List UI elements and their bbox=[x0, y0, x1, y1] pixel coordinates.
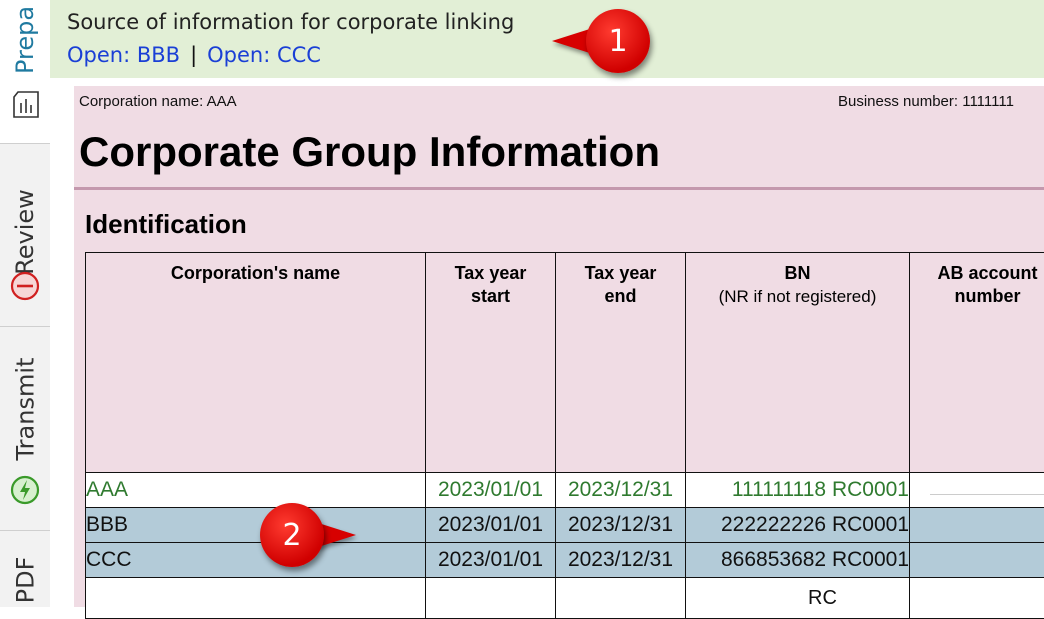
sidebar-divider bbox=[0, 326, 50, 327]
ab-account-number-field[interactable] bbox=[910, 578, 1044, 619]
form-list-icon[interactable] bbox=[0, 84, 50, 124]
column-label: BN bbox=[686, 262, 909, 285]
tax-year-start-cell: 2023/01/01 bbox=[426, 543, 556, 578]
tab-prepare[interactable]: Prepa bbox=[0, 0, 50, 80]
tab-pdf[interactable]: PDF bbox=[0, 540, 50, 607]
column-header-tax-year-end: Tax year end bbox=[556, 253, 686, 473]
bn-cell: 866853682 RC0001 bbox=[686, 543, 910, 578]
corporation-name-field[interactable] bbox=[86, 578, 426, 619]
table-row[interactable]: CCC 2023/01/01 2023/12/31 866853682 RC00… bbox=[86, 543, 1044, 578]
left-sidebar: Prepa Review Transmit PDF bbox=[0, 0, 50, 607]
title-divider bbox=[74, 187, 1044, 190]
ab-account-number-field[interactable] bbox=[910, 508, 1044, 543]
tax-year-start-field[interactable] bbox=[426, 578, 556, 619]
tab-transmit[interactable]: Transmit bbox=[0, 340, 50, 520]
corporation-name-cell: CCC bbox=[86, 543, 426, 578]
link-separator: | bbox=[190, 43, 197, 67]
table-row[interactable]: AAA 2023/01/01 2023/12/31 111111118 RC00… bbox=[86, 473, 1044, 508]
column-label: Tax year start bbox=[446, 262, 536, 308]
ab-account-number-field[interactable] bbox=[910, 473, 1044, 508]
section-title: Identification bbox=[85, 209, 247, 240]
column-label: Tax year end bbox=[576, 262, 666, 308]
business-number: Business number: 1111111 bbox=[838, 93, 1014, 110]
tax-year-end-field[interactable] bbox=[556, 578, 686, 619]
column-header-ab-account-number: AB account number bbox=[910, 253, 1044, 473]
open-ccc-link[interactable]: Open: CCC bbox=[207, 43, 321, 67]
callout-2: 2 bbox=[260, 503, 324, 567]
bn-field[interactable]: RC bbox=[686, 578, 910, 619]
banner-title: Source of information for corporate link… bbox=[67, 10, 514, 34]
lightning-icon bbox=[9, 474, 41, 506]
tax-year-end-cell: 2023/12/31 bbox=[556, 473, 686, 508]
column-header-corporation-name: Corporation's name bbox=[86, 253, 426, 473]
tab-transmit-label: Transmit bbox=[11, 358, 39, 461]
table-row-empty[interactable]: RC bbox=[86, 578, 1044, 619]
column-header-tax-year-start: Tax year start bbox=[426, 253, 556, 473]
corporation-name-cell: BBB bbox=[86, 508, 426, 543]
corporate-group-form: Corporation name: AAA Business number: 1… bbox=[74, 86, 1044, 607]
sidebar-divider bbox=[0, 530, 50, 531]
corporation-name-cell: AAA bbox=[86, 473, 426, 508]
bn-cell: 111111118 RC0001 bbox=[686, 473, 910, 508]
tax-year-start-cell: 2023/01/01 bbox=[426, 473, 556, 508]
tab-pdf-label: PDF bbox=[11, 557, 39, 604]
callout-1: 1 bbox=[586, 9, 650, 73]
table-header-row: Corporation's name Tax year start Tax ye… bbox=[86, 253, 1044, 473]
column-label: Corporation's name bbox=[171, 263, 340, 283]
tab-review[interactable]: Review bbox=[0, 160, 50, 310]
tax-year-end-cell: 2023/12/31 bbox=[556, 543, 686, 578]
corporate-linking-banner: Source of information for corporate link… bbox=[50, 0, 1044, 78]
field-underline bbox=[930, 494, 1044, 495]
chart-icon bbox=[8, 89, 42, 119]
ab-account-number-field[interactable] bbox=[910, 543, 1044, 578]
tab-prepare-label: Prepa bbox=[11, 6, 39, 74]
column-label: AB account number bbox=[923, 262, 1044, 308]
page-title: Corporate Group Information bbox=[79, 128, 660, 176]
column-sublabel: (NR if not registered) bbox=[686, 285, 909, 308]
banner-links: Open: BBB | Open: CCC bbox=[67, 43, 321, 67]
tab-review-label: Review bbox=[11, 189, 39, 275]
bn-cell: 222222226 RC0001 bbox=[686, 508, 910, 543]
rc-label: RC bbox=[686, 587, 909, 610]
corporation-name: Corporation name: AAA bbox=[79, 93, 237, 110]
sidebar-divider bbox=[0, 143, 50, 144]
column-header-bn: BN (NR if not registered) bbox=[686, 253, 910, 473]
open-bbb-link[interactable]: Open: BBB bbox=[67, 43, 180, 67]
tax-year-start-cell: 2023/01/01 bbox=[426, 508, 556, 543]
identification-table: Corporation's name Tax year start Tax ye… bbox=[85, 252, 1044, 619]
table-row[interactable]: BBB 2023/01/01 2023/12/31 222222226 RC00… bbox=[86, 508, 1044, 543]
error-icon bbox=[9, 270, 41, 302]
tax-year-end-cell: 2023/12/31 bbox=[556, 508, 686, 543]
